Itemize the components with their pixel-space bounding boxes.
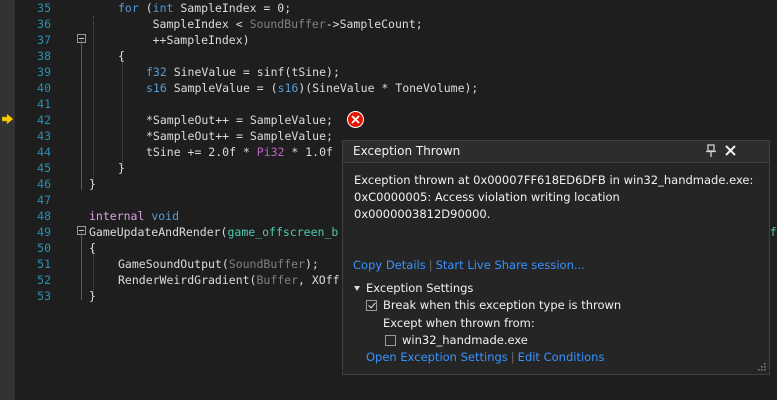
code-line: 37 ++SampleIndex)	[0, 32, 777, 48]
code-line: 39 f32 SineValue = sinf(tSine);	[0, 64, 777, 80]
line-number: 50	[37, 241, 51, 255]
code-line: 36 SampleIndex < SoundBuffer->SampleCoun…	[0, 16, 777, 32]
line-number: 35	[37, 1, 51, 15]
popup-title: Exception Thrown	[353, 144, 461, 158]
popup-actions: Copy Details | Start Live Share session...	[353, 258, 585, 272]
resize-grip-icon[interactable]	[757, 362, 766, 371]
line-number: 37	[37, 33, 51, 47]
line-number: 45	[37, 161, 51, 175]
close-icon[interactable]	[724, 144, 737, 157]
code-line: 38 {	[0, 48, 777, 64]
module-label: win32_handmade.exe	[402, 333, 528, 347]
line-number: 46	[37, 177, 51, 191]
code-line: 40 s16 SampleValue = (s16)(SineValue * T…	[0, 80, 777, 96]
code-line: 41	[0, 96, 777, 112]
checkbox-unchecked-icon	[385, 335, 396, 346]
code-line: 35 for (int SampleIndex = 0;	[0, 0, 777, 16]
edit-conditions-link[interactable]: Edit Conditions	[518, 350, 605, 364]
line-number: 42	[37, 113, 51, 127]
pin-icon[interactable]	[705, 144, 717, 158]
line-number: 36	[37, 17, 51, 31]
exception-message-line: Exception thrown at 0x00007FF618ED6DFB i…	[354, 173, 754, 187]
module-exclusion-checkbox[interactable]: win32_handmade.exe	[385, 333, 528, 347]
except-when-thrown-label: Except when thrown from:	[383, 316, 535, 330]
copy-details-link[interactable]: Copy Details	[353, 258, 426, 272]
line-number: 48	[37, 209, 51, 223]
checkbox-checked-icon	[366, 300, 377, 311]
exception-settings-toggle[interactable]: Exception Settings	[354, 281, 473, 295]
line-number: 52	[37, 273, 51, 287]
separator: |	[510, 350, 515, 364]
line-number: 51	[37, 257, 51, 271]
line-number: 39	[37, 65, 51, 79]
exception-message-line: 0xC0000005: Access violation writing loc…	[354, 190, 620, 221]
expand-triangle-icon	[354, 286, 360, 291]
break-when-thrown-label: Break when this exception type is thrown	[383, 298, 622, 312]
line-number: 40	[37, 81, 51, 95]
line-number: 43	[37, 129, 51, 143]
line-number: 38	[37, 49, 51, 63]
live-share-link[interactable]: Start Live Share session...	[436, 258, 585, 272]
line-number: 44	[37, 145, 51, 159]
settings-actions: Open Exception Settings | Edit Conditions	[366, 350, 604, 364]
line-number: 53	[37, 289, 51, 303]
open-exception-settings-link[interactable]: Open Exception Settings	[366, 350, 508, 364]
line-number: 49	[37, 225, 51, 239]
code-line-current: 42 *SampleOut++ = SampleValue;	[0, 112, 777, 128]
exception-helper-popup: Exception Thrown Exception thrown at 0x0…	[342, 140, 770, 375]
line-number: 41	[37, 97, 51, 111]
except-when-thrown-text: Except when thrown from:	[383, 316, 535, 330]
exception-error-icon[interactable]	[347, 111, 364, 128]
exception-settings-header: Exception Settings	[366, 281, 474, 295]
exception-message: Exception thrown at 0x00007FF618ED6DFB i…	[354, 172, 754, 223]
separator: |	[428, 258, 433, 272]
line-number: 47	[37, 193, 51, 207]
break-when-thrown-checkbox[interactable]: Break when this exception type is thrown	[366, 298, 621, 312]
popup-header: Exception Thrown	[343, 141, 769, 163]
